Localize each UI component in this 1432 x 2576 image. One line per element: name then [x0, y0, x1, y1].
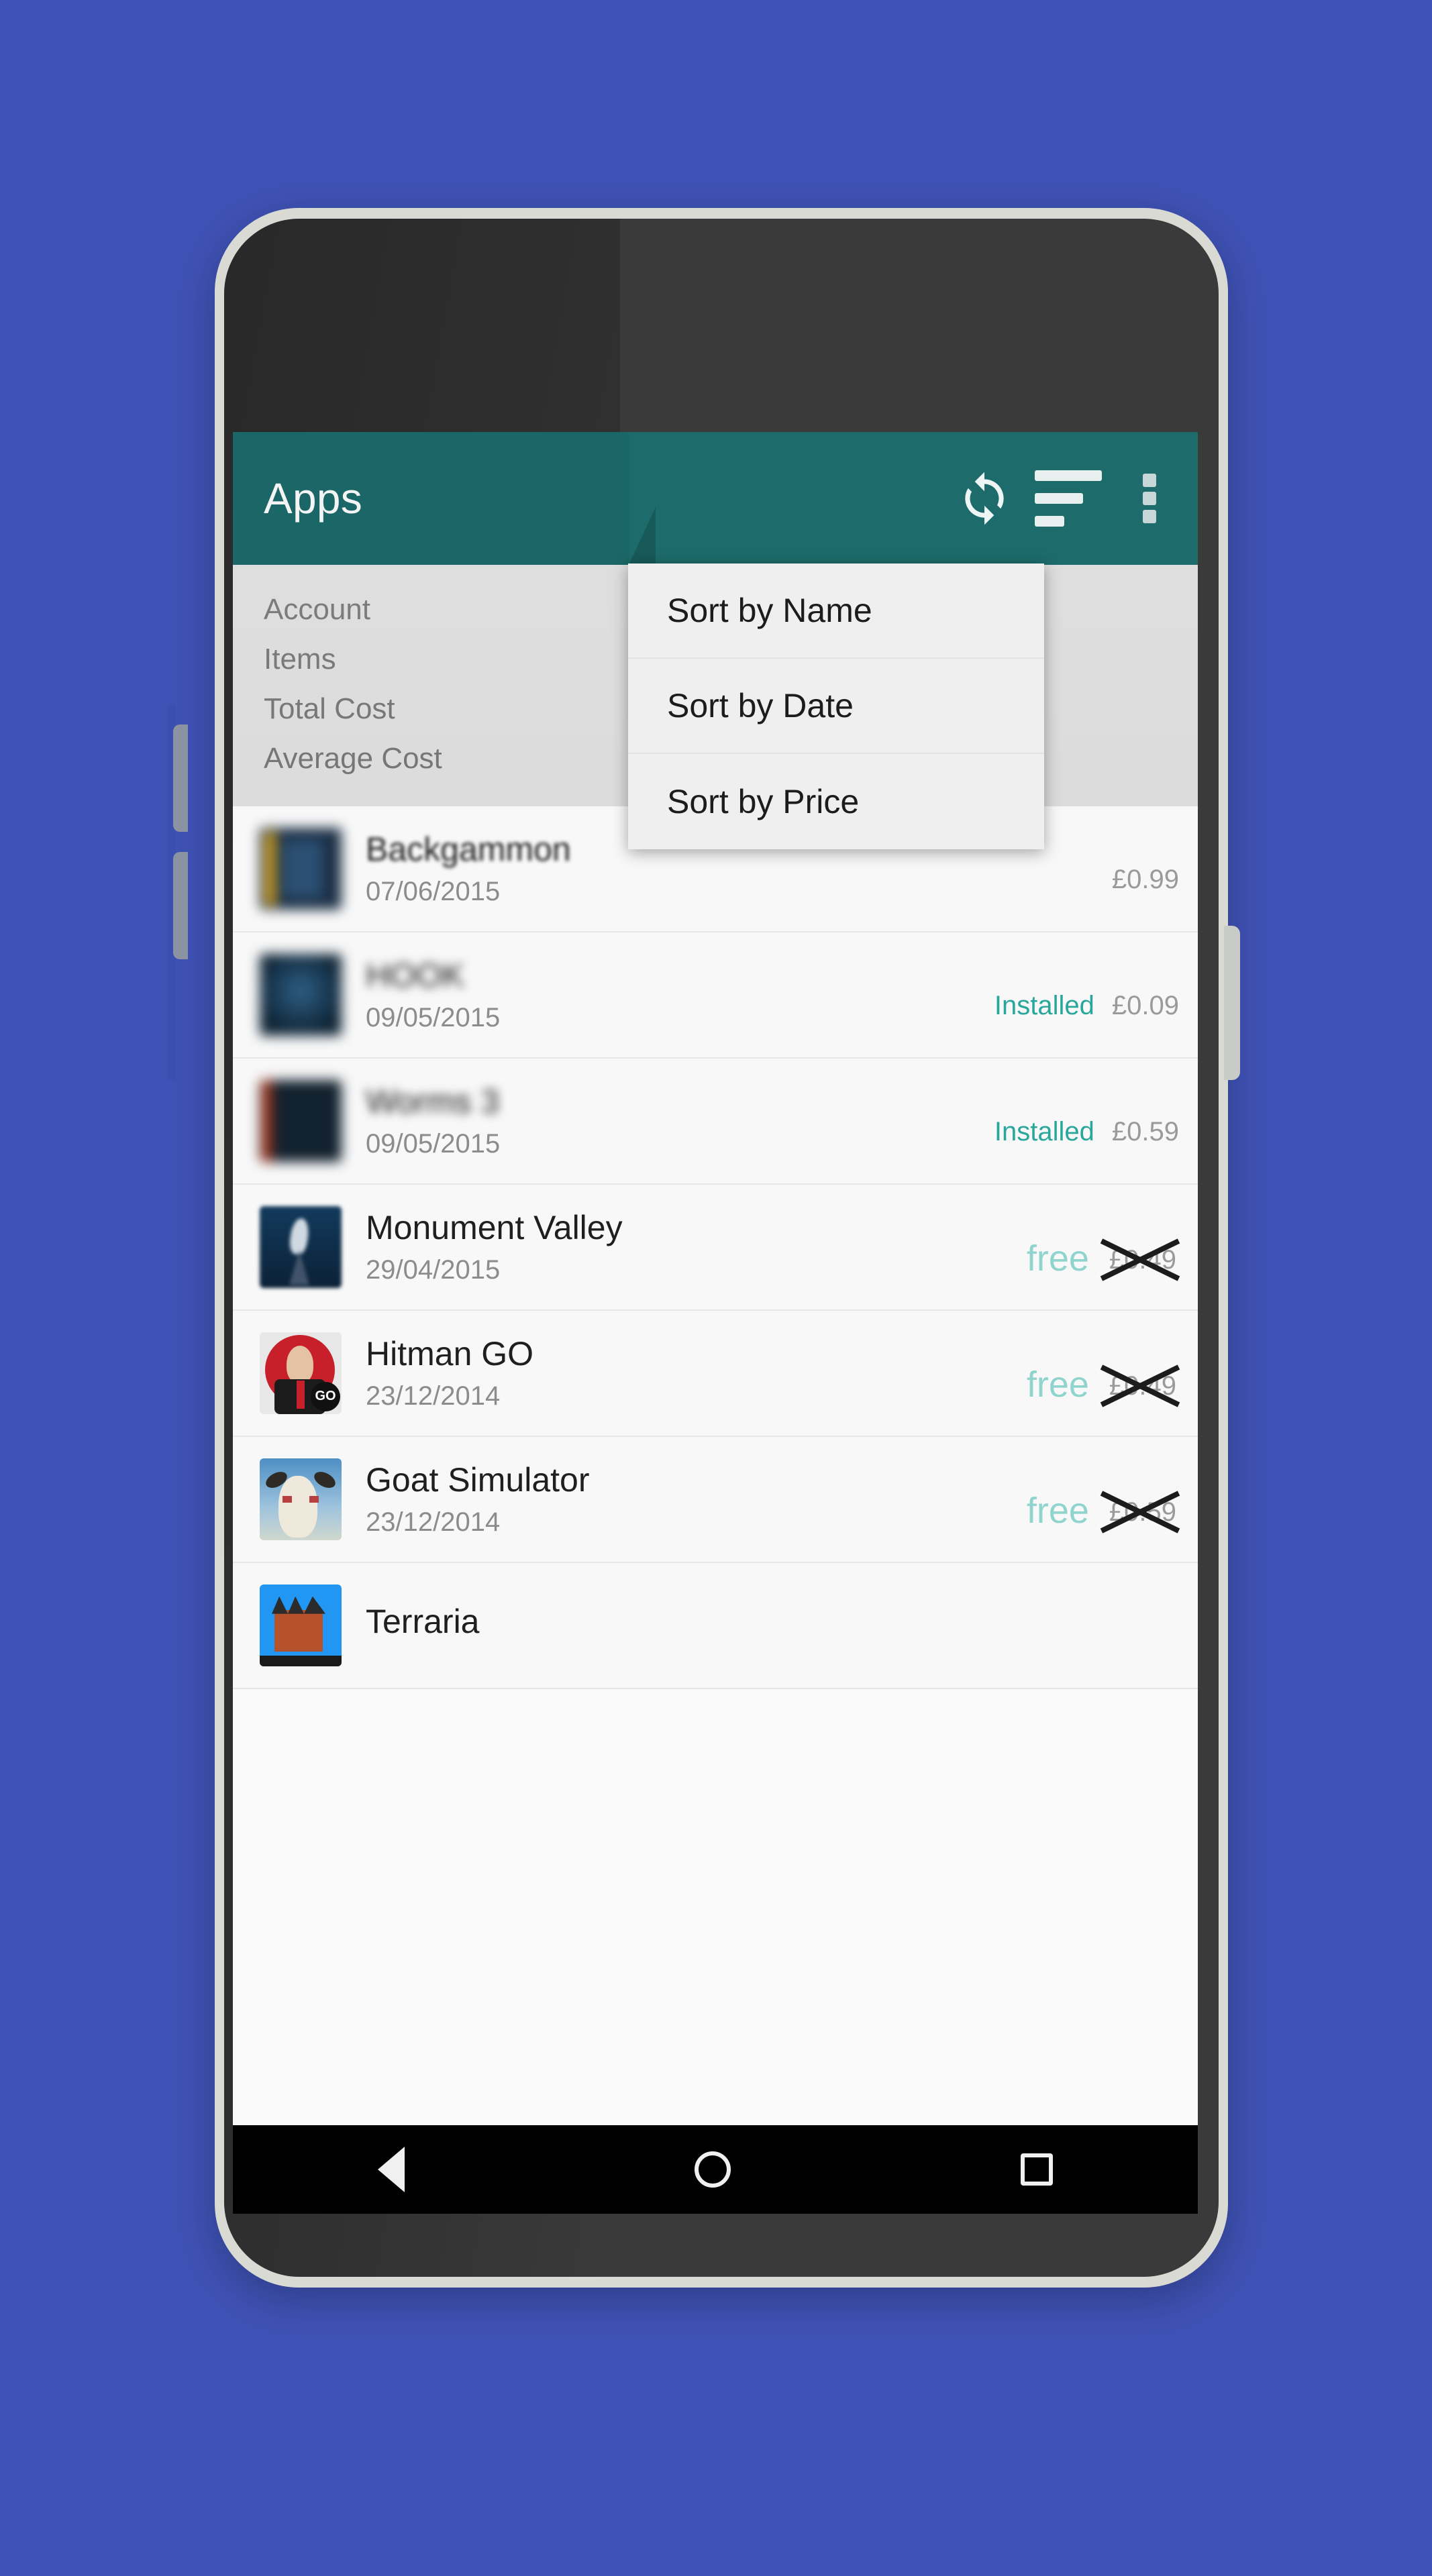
status-badge: Installed — [994, 991, 1094, 1021]
hitman-go-app-icon: GO — [260, 1332, 342, 1414]
app-name: Hitman GO — [366, 1335, 534, 1373]
row-right: free £0.49 — [1026, 1364, 1183, 1407]
app-name: Monument Valley — [366, 1209, 623, 1247]
volume-up-button[interactable] — [173, 724, 188, 832]
row-right: Installed £0.09 — [994, 991, 1183, 1021]
crossed-price: £0.59 — [1100, 1491, 1180, 1534]
terraria-building — [274, 1609, 323, 1652]
monument-valley-app-icon — [260, 1205, 342, 1288]
worms3-app-icon — [260, 1079, 342, 1162]
app-date: 07/06/2015 — [366, 877, 501, 907]
status-badge: Installed — [994, 1117, 1094, 1147]
free-label: free — [1026, 1364, 1089, 1405]
app-date: 23/12/2014 — [366, 1507, 501, 1538]
row-right: free £0.49 — [1026, 1238, 1183, 1281]
table-row[interactable]: HOOK 09/05/2015 Installed £0.09 — [233, 932, 1198, 1059]
app-name: HOOK — [366, 957, 465, 995]
row-right: Installed £0.59 — [994, 1117, 1183, 1147]
app-date: 09/05/2015 — [366, 1129, 501, 1159]
goat-eye-right — [309, 1495, 319, 1503]
sort-bar-long — [1035, 470, 1102, 481]
sort-bar-short — [1035, 516, 1064, 527]
menu-item-sort-by-name[interactable]: Sort by Name — [628, 564, 1044, 659]
app-date: 29/04/2015 — [366, 1255, 501, 1285]
overflow-menu-icon[interactable] — [1112, 432, 1187, 565]
table-row[interactable]: Goat Simulator 23/12/2014 free £0.59 — [233, 1436, 1198, 1563]
app-list: Backgammon 07/06/2015 £0.99 HOOK 09/05/2… — [233, 806, 1198, 1689]
table-row[interactable]: GO Hitman GO 23/12/2014 free £0.49 — [233, 1310, 1198, 1437]
overflow-dot-2 — [1143, 492, 1156, 505]
hook-app-icon — [260, 953, 342, 1036]
crossed-price: £0.49 — [1100, 1364, 1180, 1407]
volume-down-button[interactable] — [173, 852, 188, 959]
goat-eye-left — [283, 1495, 292, 1503]
app-name: Goat Simulator — [366, 1461, 590, 1499]
row-text: HOOK 09/05/2015 — [366, 956, 994, 1033]
goat-ear-right — [311, 1468, 338, 1491]
crossed-price: £0.49 — [1100, 1238, 1180, 1281]
phone-screen: Apps Account Items Total Cost Average Co… — [233, 432, 1198, 2214]
row-right: free £0.59 — [1026, 1490, 1183, 1534]
goat-simulator-app-icon — [260, 1458, 342, 1540]
hitman-head — [287, 1345, 313, 1383]
row-text: Worms 3 09/05/2015 — [366, 1082, 994, 1159]
table-row[interactable]: Worms 3 09/05/2015 Installed £0.59 — [233, 1058, 1198, 1185]
refresh-icon[interactable] — [944, 432, 1025, 565]
backgammon-app-icon — [260, 827, 342, 910]
menu-anchor-shadow — [629, 507, 656, 565]
goat-head — [278, 1475, 317, 1538]
android-navigation-bar — [233, 2125, 1198, 2214]
menu-item-sort-by-date[interactable]: Sort by Date — [628, 659, 1044, 754]
terraria-app-icon — [260, 1584, 342, 1666]
row-text: Goat Simulator 23/12/2014 — [366, 1460, 1027, 1538]
app-date: 09/05/2015 — [366, 1003, 501, 1033]
terraria-ground — [260, 1655, 342, 1666]
home-icon[interactable] — [695, 2151, 731, 2188]
page-title: Apps — [264, 474, 363, 523]
menu-item-sort-by-price[interactable]: Sort by Price — [628, 754, 1044, 849]
terraria-roof — [272, 1596, 325, 1614]
row-text: Monument Valley 29/04/2015 — [366, 1208, 1027, 1285]
table-row[interactable]: Terraria — [233, 1562, 1198, 1689]
recents-icon[interactable] — [1021, 2153, 1053, 2186]
sort-dropdown-menu: Sort by Name Sort by Date Sort by Price — [628, 564, 1044, 849]
power-button[interactable] — [1224, 926, 1240, 1080]
row-text: Terraria — [366, 1602, 1179, 1649]
app-bar: Apps — [233, 432, 1198, 565]
hitman-go-badge: GO — [311, 1381, 340, 1411]
free-label: free — [1026, 1490, 1089, 1531]
overflow-dot-3 — [1143, 510, 1156, 523]
free-label: free — [1026, 1238, 1089, 1279]
app-date: 23/12/2014 — [366, 1381, 501, 1411]
sort-bar-mid — [1035, 493, 1083, 504]
back-icon[interactable] — [378, 2147, 405, 2192]
app-name: Worms 3 — [366, 1083, 500, 1121]
hitman-tie — [297, 1380, 305, 1409]
row-text: Hitman GO 23/12/2014 — [366, 1334, 1027, 1411]
sort-icon[interactable] — [1025, 432, 1112, 565]
app-name: Terraria — [366, 1602, 480, 1640]
app-price: £0.99 — [1111, 865, 1179, 895]
row-right: £0.99 — [1112, 865, 1183, 895]
table-row[interactable]: Monument Valley 29/04/2015 free £0.49 — [233, 1184, 1198, 1311]
overflow-dot-1 — [1143, 474, 1156, 487]
app-price: £0.09 — [1111, 991, 1179, 1021]
app-price: £0.59 — [1111, 1117, 1179, 1147]
